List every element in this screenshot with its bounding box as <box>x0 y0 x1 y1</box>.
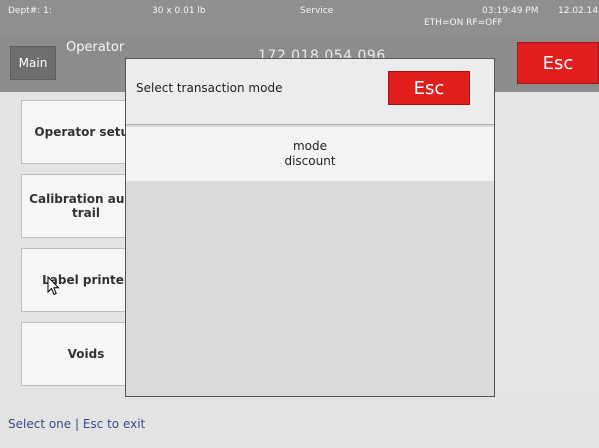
mode-indicator: Service <box>300 6 334 16</box>
dialog-title: Select transaction mode <box>136 81 283 95</box>
clock-date: 12.02.14 <box>558 6 599 16</box>
transaction-mode-dialog: Select transaction mode Esc mode discoun… <box>125 58 495 397</box>
mode-discount-option[interactable]: mode discount <box>126 127 494 181</box>
esc-button[interactable]: Esc <box>517 42 599 84</box>
page-title: Operator <box>66 40 125 55</box>
dialog-esc-button[interactable]: Esc <box>388 71 470 105</box>
footer-hint: Select one | Esc to exit <box>8 417 146 431</box>
status-bar: Dept#: 1: 30 x 0.01 lb Service 03:19:49 … <box>0 0 599 36</box>
option-line-2: discount <box>284 154 336 168</box>
option-line-1: mode <box>292 139 328 153</box>
main-button[interactable]: Main <box>10 46 56 80</box>
weight-indicator: 30 x 0.01 lb <box>152 6 206 16</box>
clock-time: 03:19:49 PM <box>482 6 539 16</box>
network-status: ETH=ON RF=OFF <box>424 18 503 28</box>
dept-indicator: Dept#: 1: <box>8 6 52 16</box>
mouse-pointer-icon <box>47 276 60 296</box>
content-area <box>495 92 599 392</box>
dialog-header: Select transaction mode Esc <box>126 59 494 125</box>
